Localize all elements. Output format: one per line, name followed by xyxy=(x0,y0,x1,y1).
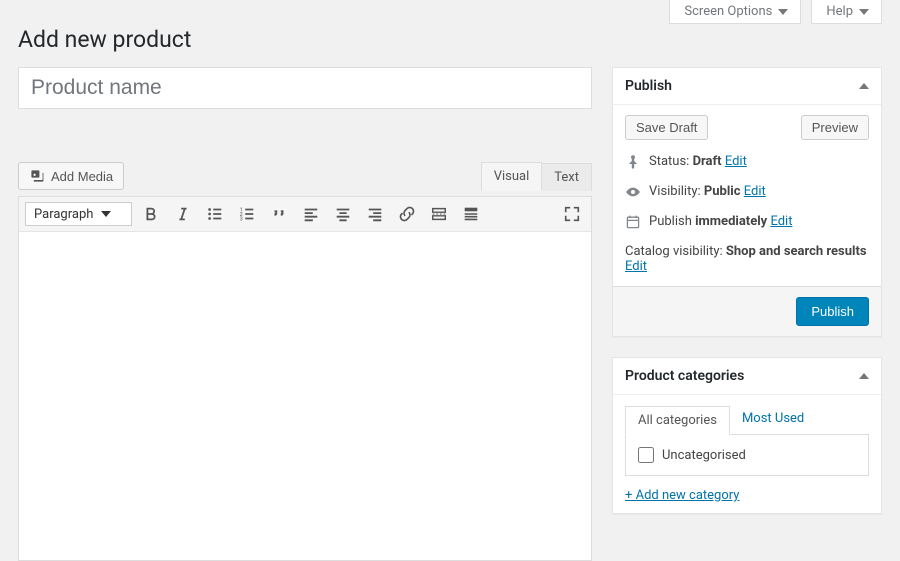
category-tab-all[interactable]: All categories xyxy=(625,406,730,435)
toolbar-toggle-button[interactable] xyxy=(458,201,484,227)
publish-metabox: Publish Save Draft Preview Status: xyxy=(612,67,882,337)
link-button[interactable] xyxy=(394,201,420,227)
format-select-label: Paragraph xyxy=(34,207,93,222)
publish-button[interactable]: Publish xyxy=(796,297,869,326)
category-item[interactable]: Uncategorised xyxy=(638,447,856,463)
catalog-value: Shop and search results xyxy=(726,244,867,259)
read-more-button[interactable] xyxy=(426,201,452,227)
status-edit-link[interactable]: Edit xyxy=(725,154,747,169)
bold-button[interactable] xyxy=(138,201,164,227)
blockquote-button[interactable] xyxy=(266,201,292,227)
add-media-label: Add Media xyxy=(51,169,113,184)
eye-icon xyxy=(625,184,641,200)
publish-time-edit-link[interactable]: Edit xyxy=(770,214,792,229)
visibility-value: Public xyxy=(704,184,741,199)
align-center-button[interactable] xyxy=(330,201,356,227)
pin-icon xyxy=(625,154,641,170)
calendar-icon xyxy=(625,214,641,230)
bullet-list-button[interactable] xyxy=(202,201,228,227)
categories-metabox: Product categories All categories Most U… xyxy=(612,357,882,514)
format-select[interactable]: Paragraph xyxy=(25,202,132,226)
status-value: Draft xyxy=(693,154,722,169)
publish-time-label: Publish xyxy=(649,214,692,229)
numbered-list-button[interactable]: 123 xyxy=(234,201,260,227)
publish-time-value: immediately xyxy=(695,214,767,229)
chevron-down-icon xyxy=(859,9,869,15)
editor-tab-text[interactable]: Text xyxy=(542,163,592,191)
category-checkbox[interactable] xyxy=(638,447,654,463)
preview-button[interactable]: Preview xyxy=(801,115,869,140)
help-label: Help xyxy=(826,4,853,19)
svg-text:3: 3 xyxy=(240,216,243,222)
screen-options-tab[interactable]: Screen Options xyxy=(669,0,801,24)
save-draft-button[interactable]: Save Draft xyxy=(625,115,708,140)
visibility-label: Visibility: xyxy=(649,184,701,199)
screen-options-label: Screen Options xyxy=(684,4,772,19)
collapse-toggle-icon[interactable] xyxy=(859,83,869,89)
align-right-button[interactable] xyxy=(362,201,388,227)
category-tab-most-used[interactable]: Most Used xyxy=(730,405,816,434)
visibility-edit-link[interactable]: Edit xyxy=(744,184,766,199)
editor-content-area[interactable] xyxy=(19,232,591,560)
category-item-label: Uncategorised xyxy=(662,448,746,463)
editor-box: Paragraph 123 xyxy=(18,196,592,561)
chevron-down-icon xyxy=(778,9,788,15)
align-left-button[interactable] xyxy=(298,201,324,227)
categories-heading: Product categories xyxy=(625,368,744,384)
media-icon xyxy=(29,168,45,184)
status-label: Status: xyxy=(649,154,689,169)
italic-button[interactable] xyxy=(170,201,196,227)
fullscreen-button[interactable] xyxy=(559,201,585,227)
editor-tab-visual[interactable]: Visual xyxy=(481,162,543,191)
publish-heading: Publish xyxy=(625,78,672,94)
catalog-label: Catalog visibility: xyxy=(625,244,723,259)
catalog-edit-link[interactable]: Edit xyxy=(625,259,647,274)
add-new-category-link[interactable]: + Add new category xyxy=(625,488,869,503)
product-title-input[interactable] xyxy=(18,67,592,109)
chevron-down-icon xyxy=(101,211,111,217)
add-media-button[interactable]: Add Media xyxy=(18,162,124,190)
collapse-toggle-icon[interactable] xyxy=(859,373,869,379)
help-tab[interactable]: Help xyxy=(811,0,882,24)
